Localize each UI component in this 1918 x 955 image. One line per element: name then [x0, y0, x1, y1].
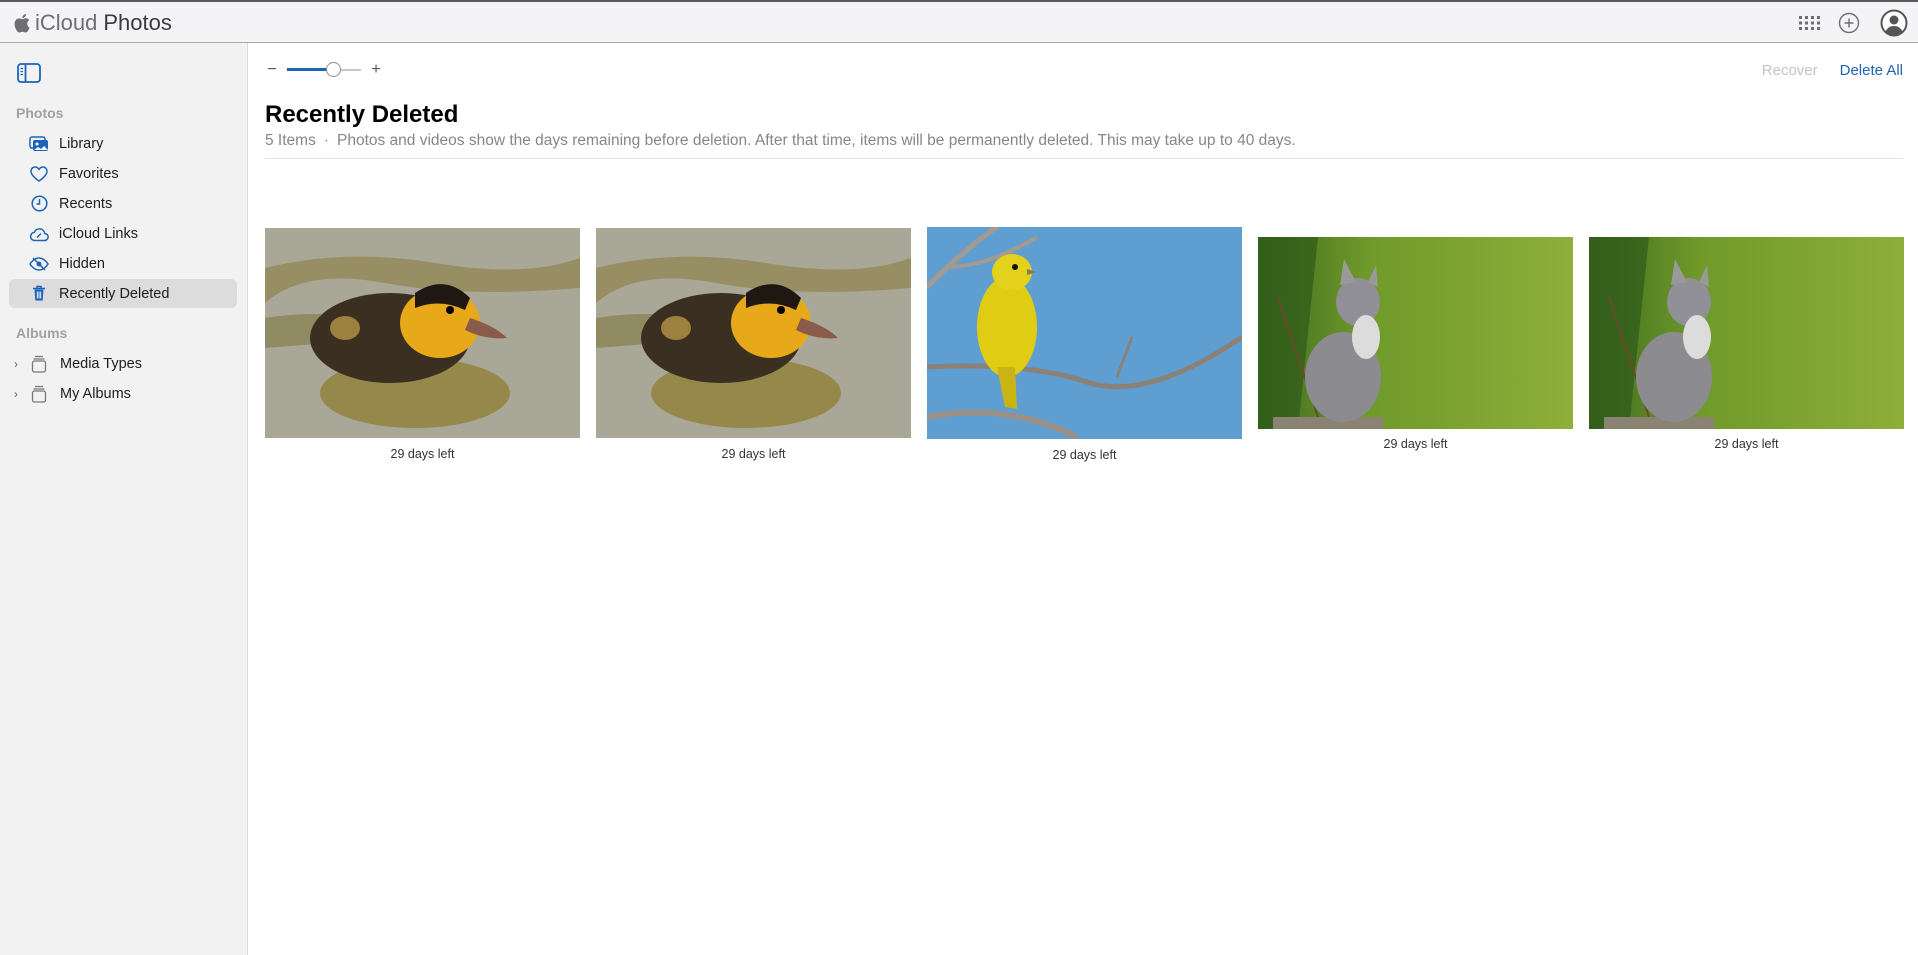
photo-thumbnail[interactable]	[1258, 237, 1573, 429]
bird-photo	[927, 227, 1242, 439]
delete-all-button[interactable]: Delete All	[1840, 62, 1903, 79]
account-icon[interactable]	[1880, 9, 1908, 37]
photo-thumbnail[interactable]	[1589, 237, 1904, 429]
separator: ·	[323, 132, 329, 149]
zoom-in-button[interactable]: +	[369, 61, 383, 79]
duckling-photo	[265, 228, 580, 438]
sidebar-item-label: Favorites	[59, 165, 119, 182]
page-title: Recently Deleted	[265, 101, 459, 128]
sidebar-item-favorites[interactable]: Favorites	[9, 159, 237, 188]
clock-icon	[29, 194, 49, 214]
recover-button[interactable]: Recover	[1762, 62, 1818, 79]
heart-icon	[29, 164, 49, 184]
zoom-slider[interactable]	[287, 60, 361, 80]
eye-slash-icon	[29, 254, 49, 274]
album-label: Media Types	[60, 355, 142, 372]
sidebar-item-hidden[interactable]: Hidden	[9, 249, 237, 278]
photo-thumbnail[interactable]	[265, 228, 580, 438]
sidebar-item-label: iCloud Links	[59, 225, 138, 242]
sidebar-item-recents[interactable]: Recents	[9, 189, 237, 218]
trash-icon	[29, 284, 49, 304]
sidebar-item-recently-deleted[interactable]: Recently Deleted	[9, 279, 237, 308]
kitten-photo	[1258, 237, 1573, 429]
photo-thumbnail[interactable]	[927, 227, 1242, 439]
apple-logo-icon	[14, 14, 30, 33]
days-left-caption: 29 days left	[1383, 437, 1448, 451]
apps-grid-icon[interactable]	[1798, 15, 1820, 31]
sidebar-album-my-albums[interactable]: › My Albums	[9, 379, 237, 408]
albums-section-header: Albums	[16, 325, 68, 341]
days-left-caption: 29 days left	[390, 447, 455, 461]
sidebar-item-label: Library	[59, 135, 104, 152]
app-title: Photos	[103, 10, 172, 35]
days-left-caption: 29 days left	[1052, 448, 1117, 462]
photos-section-header: Photos	[16, 105, 64, 121]
days-left-caption: 29 days left	[1714, 437, 1779, 451]
zoom-out-button[interactable]: −	[265, 61, 279, 79]
album-label: My Albums	[60, 385, 131, 402]
sidebar-item-icloud-links[interactable]: iCloud Links	[9, 219, 237, 248]
days-left-caption: 29 days left	[721, 447, 786, 461]
item-count: 5 Items	[265, 132, 316, 149]
library-icon	[29, 134, 49, 154]
chevron-right-icon[interactable]: ›	[14, 387, 26, 401]
sidebar-toggle-icon[interactable]	[17, 63, 41, 83]
chevron-right-icon[interactable]: ›	[14, 357, 26, 371]
photo-thumbnail[interactable]	[596, 228, 911, 438]
app-title-prefix: iCloud	[35, 10, 98, 35]
album-stack-icon	[31, 355, 49, 373]
sidebar-item-library[interactable]: Library	[9, 129, 237, 158]
album-stack-icon	[31, 385, 49, 403]
add-circle-icon[interactable]	[1838, 12, 1860, 34]
sidebar-item-label: Recents	[59, 195, 113, 212]
app-brand[interactable]: iCloud Photos	[14, 10, 172, 36]
sidebar-item-label: Recently Deleted	[59, 285, 170, 302]
sidebar: Photos Library Favorites Recents iCloud …	[0, 43, 248, 955]
page-subtitle: 5 Items · Photos and videos show the days …	[265, 132, 1296, 150]
deletion-info: Photos and videos show the days remainin…	[337, 132, 1296, 149]
duckling-photo	[596, 228, 911, 438]
kitten-photo	[1589, 237, 1904, 429]
cloud-link-icon	[29, 224, 49, 244]
header-divider	[265, 158, 1903, 159]
sidebar-item-label: Hidden	[59, 255, 105, 272]
zoom-slider-thumb[interactable]	[325, 62, 341, 77]
zoom-control: − +	[265, 60, 383, 80]
main-content: − + Recover Delete All Recently Deleted …	[248, 43, 1918, 955]
top-bar: iCloud Photos	[0, 0, 1918, 43]
sidebar-album-media-types[interactable]: › Media Types	[9, 349, 237, 378]
